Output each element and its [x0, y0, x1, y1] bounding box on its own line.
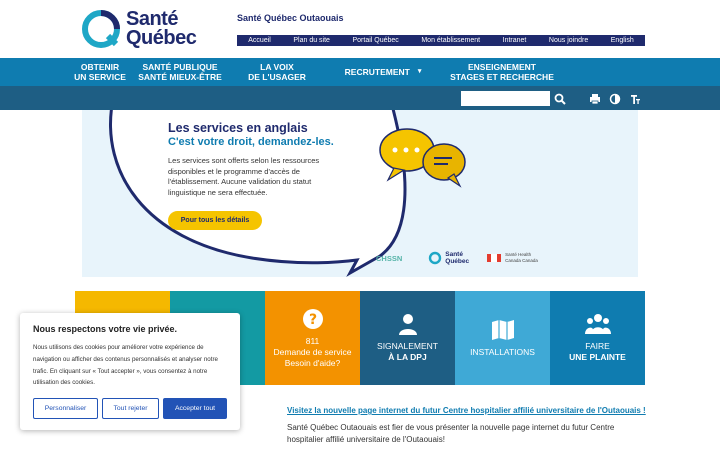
banner-subtitle: C'est votre droit, demandez-les. — [168, 136, 334, 148]
nav-item-line2: SANTÉ MIEUX-ÊTRE — [138, 72, 222, 82]
canada-flag-icon — [487, 254, 502, 262]
sante-quebec-logo[interactable]: Santé Québec — [82, 8, 212, 50]
print-icon[interactable] — [589, 93, 601, 105]
util-link-accueil[interactable]: Accueil — [248, 37, 271, 44]
sq-logo-line2: Québec — [445, 258, 470, 265]
logo-line2: Québec — [126, 27, 197, 49]
font-size-icon[interactable] — [629, 93, 641, 105]
svg-text:?: ? — [308, 312, 316, 328]
tile-signalement-dpj[interactable]: SIGNALEMENT À LA DPJ — [360, 291, 455, 385]
tile-811-line3: Besoin d'aide? — [284, 357, 341, 368]
tile-dpj-line2: À LA DPJ — [388, 352, 427, 362]
cookie-title: Nous respectons votre vie privée. — [33, 324, 178, 334]
cookie-consent-dialog: Nous respectons votre vie privée. Nous u… — [20, 313, 240, 430]
nav-item-line1: RECRUTEMENT — [344, 67, 410, 77]
banner-body: Les services sont offerts selon les ress… — [168, 156, 320, 197]
health-canada-logo: Santé Health Canada Canada — [487, 252, 538, 264]
nav-item-line1: SANTÉ PUBLIQUE — [142, 62, 218, 72]
utility-nav: Accueil Plan du site Portail Québec Mon … — [237, 35, 645, 46]
page: Santé Québec Santé Québec Outaouais Accu… — [0, 0, 720, 450]
nav-item-line1: OBTENIR — [80, 62, 120, 72]
tile-plainte-line1: FAIRE — [585, 341, 610, 351]
tile-faire-une-plainte[interactable]: FAIRE UNE PLAINTE — [550, 291, 645, 385]
sante-quebec-small-logo: Santé Québec — [428, 251, 469, 265]
logo-mark-icon — [429, 251, 442, 265]
util-link-intranet[interactable]: Intranet — [503, 37, 527, 44]
nav-item-line2: DE L'USAGER — [248, 72, 306, 82]
person-icon — [398, 314, 417, 335]
logo-wordmark: Santé Québec — [126, 9, 197, 49]
tile-811-line2: Demande de service — [273, 346, 352, 357]
nav-item-sante-publique[interactable]: SANTÉ PUBLIQUE SANTÉ MIEUX-ÊTRE — [133, 58, 227, 86]
cookie-accept-button[interactable]: Accepter tout — [163, 398, 227, 419]
search-icon[interactable] — [554, 93, 566, 105]
nav-item-la-voix-de-l-usager[interactable]: LA VOIX DE L'USAGER — [227, 58, 327, 86]
site-name: Santé Québec Outaouais — [237, 13, 344, 23]
speech-bubble-illustration — [109, 110, 466, 277]
cookie-reject-button[interactable]: Tout rejeter — [102, 398, 159, 419]
partner-logos: CHSSN Santé Québec Santé Health Canada C… — [376, 251, 538, 265]
main-nav: OBTENIR UN SERVICE SANTÉ PUBLIQUE SANTÉ MI… — [0, 58, 720, 86]
nav-item-enseignement[interactable]: ENSEIGNEMENT STAGES ET RECHERCHE — [439, 58, 565, 86]
nav-item-line2: UN SERVICE — [74, 72, 126, 82]
tile-811[interactable]: ? 811 Demande de service Besoin d'aide? — [265, 291, 360, 385]
english-services-banner[interactable]: Les services en anglais C'est votre droi… — [82, 110, 638, 277]
banner-details-button[interactable]: Pour tous les détails — [168, 211, 262, 230]
contrast-icon[interactable] — [609, 93, 621, 105]
article-body: Santé Québec Outaouais est fier de vous … — [287, 423, 615, 444]
nav-item-line1: ENSEIGNEMENT — [467, 62, 536, 72]
hc-logo-line2: Canada Canada — [505, 258, 538, 263]
tile-dpj-line1: SIGNALEMENT — [377, 341, 438, 351]
util-link-english[interactable]: English — [611, 37, 634, 44]
tile-plainte-line2: UNE PLAINTE — [569, 352, 626, 362]
article-title-link[interactable]: Visitez la nouvelle page internet du fut… — [287, 406, 646, 415]
nav-item-line1: LA VOIX — [260, 62, 294, 72]
search-input[interactable] — [461, 91, 550, 106]
cookie-text: Nous utilisons des cookies pour améliore… — [33, 344, 218, 387]
chevron-down-icon: ▾ — [417, 68, 422, 75]
util-link-mon-etablissement[interactable]: Mon établissement — [421, 37, 480, 44]
map-icon — [491, 319, 514, 340]
sq-logo-line1: Santé — [445, 251, 463, 258]
banner-title: Les services en anglais — [168, 121, 308, 135]
nav-item-recrutement[interactable]: RECRUTEMENT ▾ — [327, 58, 439, 86]
chssn-logo: CHSSN — [376, 253, 403, 263]
tile-installations-label: INSTALLATIONS — [470, 346, 535, 357]
logo-mark-icon — [82, 10, 120, 48]
tile-811-number: 811 — [305, 335, 320, 346]
util-link-plan-du-site[interactable]: Plan du site — [293, 37, 330, 44]
util-link-nous-joindre[interactable]: Nous joindre — [549, 37, 588, 44]
util-link-portail-quebec[interactable]: Portail Québec — [353, 37, 399, 44]
group-icon — [584, 314, 611, 334]
cookie-customize-button[interactable]: Personnaliser — [33, 398, 98, 419]
nav-item-line2: STAGES ET RECHERCHE — [450, 72, 554, 82]
site-header: Santé Québec Santé Québec Outaouais Accu… — [0, 0, 720, 58]
tile-installations[interactable]: INSTALLATIONS — [455, 291, 550, 385]
question-icon: ? — [302, 308, 323, 329]
